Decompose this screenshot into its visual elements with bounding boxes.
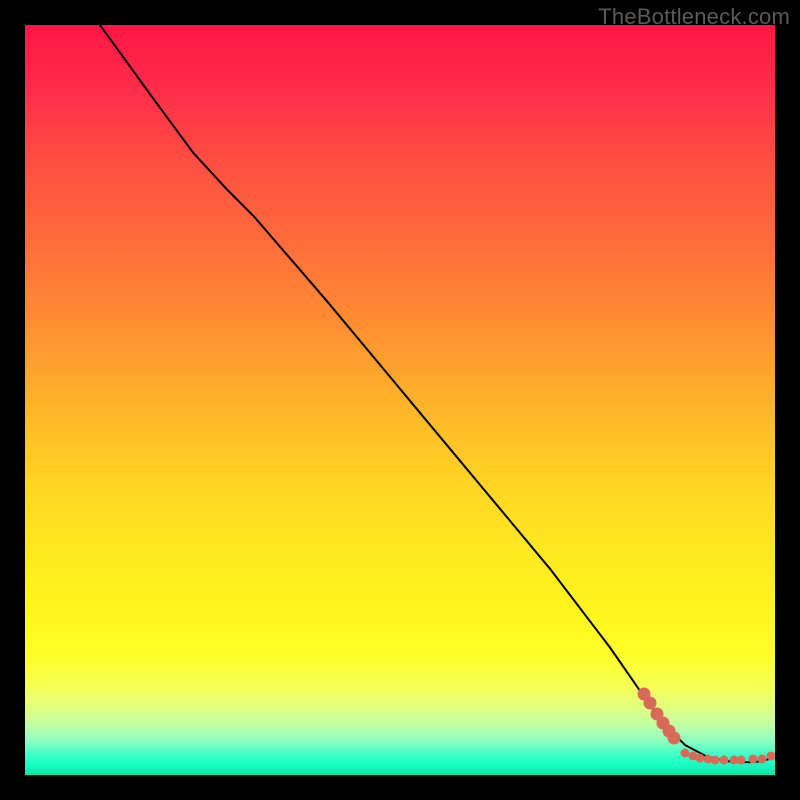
curve-marker [757,755,766,764]
watermark-text: TheBottleneck.com [598,4,790,30]
bottleneck-curve-line [100,25,771,762]
curve-svg [25,25,775,775]
curve-marker [711,756,720,765]
curve-marker [737,756,746,765]
curve-marker [720,756,729,765]
curve-marker [748,755,757,764]
curve-marker [767,751,775,760]
plot-area [25,25,775,775]
curve-marker [667,731,680,744]
